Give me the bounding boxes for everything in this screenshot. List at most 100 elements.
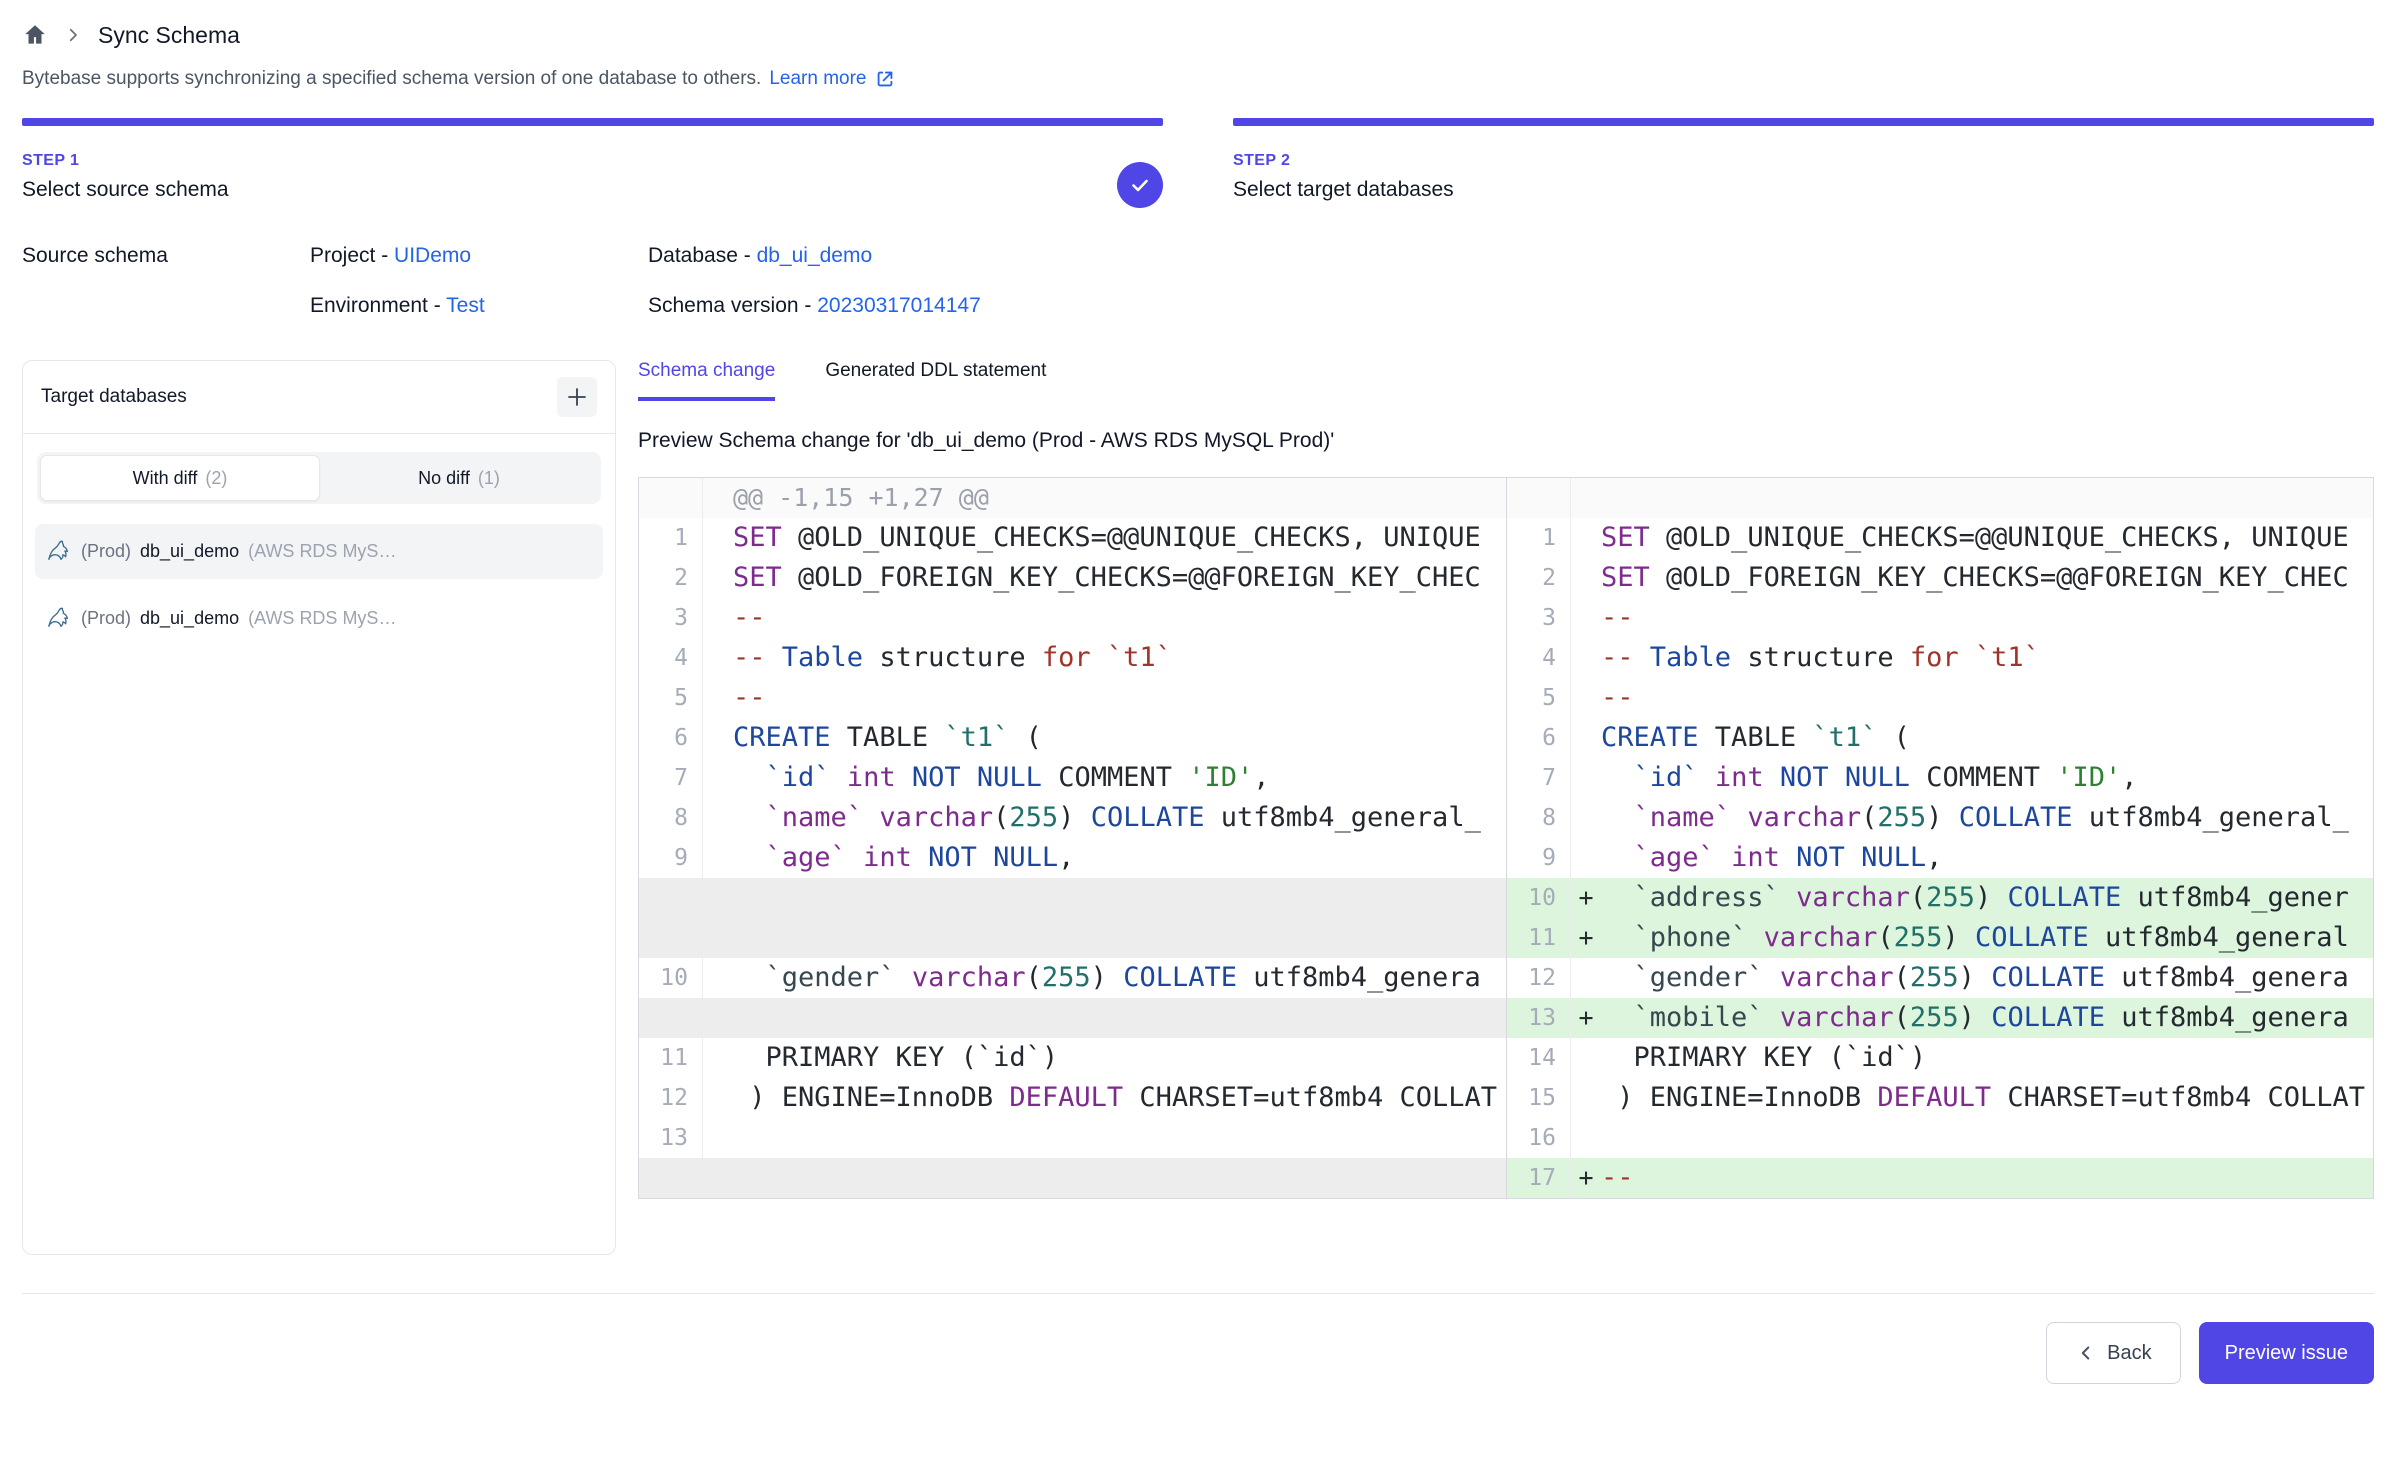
target-databases-header: Target databases xyxy=(23,361,615,434)
db-name: db_ui_demo xyxy=(140,541,239,562)
tab-with-diff[interactable]: With diff (2) xyxy=(40,455,320,501)
diff-sign xyxy=(1571,678,1601,718)
back-button[interactable]: Back xyxy=(2046,1322,2180,1384)
code-line: @@ -1,15 +1,27 @@ xyxy=(733,478,1506,518)
preview-issue-button[interactable]: Preview issue xyxy=(2199,1322,2374,1384)
tab-schema-change[interactable]: Schema change xyxy=(638,360,775,401)
tab-no-diff[interactable]: No diff (1) xyxy=(320,455,598,501)
back-button-label: Back xyxy=(2107,1342,2151,1365)
mysql-icon xyxy=(45,538,72,565)
diff-spacer-row xyxy=(639,1158,1506,1198)
database-label: Database - xyxy=(648,244,757,267)
diff-sign xyxy=(1571,758,1601,798)
code-line: SET @OLD_FOREIGN_KEY_CHECKS=@@FOREIGN_KE… xyxy=(1601,558,2373,598)
diff-code-row: 3-- xyxy=(1507,598,2373,638)
preview-panel: Schema change Generated DDL statement Pr… xyxy=(638,360,2374,1255)
code-line: -- xyxy=(733,598,1506,638)
learn-more-link[interactable]: Learn more xyxy=(769,68,895,90)
line-number: 8 xyxy=(639,798,703,838)
line-number: 7 xyxy=(1507,758,1571,798)
step-2: STEP 2 Select target databases xyxy=(1233,118,2374,202)
step-1-complete-badge xyxy=(1117,162,1163,208)
line-number: 13 xyxy=(639,1118,703,1158)
step-1-label: STEP 1 xyxy=(22,152,1163,170)
database-list-item[interactable]: (Prod) db_ui_demo (AWS RDS MyS… xyxy=(35,591,603,646)
database-link[interactable]: db_ui_demo xyxy=(757,244,873,267)
diff-sign xyxy=(703,1078,733,1118)
diff-sign xyxy=(1571,718,1601,758)
diff-code-row: 3-- xyxy=(639,598,1506,638)
project-field: Project - UIDemo xyxy=(310,244,648,268)
code-line xyxy=(733,1118,1506,1158)
code-line: CREATE TABLE `t1` ( xyxy=(1601,718,2373,758)
step-1-progress-bar xyxy=(22,118,1163,126)
diff-code-row: 8 `name` varchar(255) COLLATE utf8mb4_ge… xyxy=(1507,798,2373,838)
tab-generated-ddl[interactable]: Generated DDL statement xyxy=(825,360,1046,401)
line-number: 1 xyxy=(639,518,703,558)
chevron-right-icon xyxy=(64,26,82,44)
line-number: 4 xyxy=(639,638,703,678)
line-number xyxy=(1507,478,1571,518)
preview-title: Preview Schema change for 'db_ui_demo (P… xyxy=(638,429,2374,453)
line-number: 5 xyxy=(1507,678,1571,718)
line-number: 11 xyxy=(1507,918,1571,958)
code-line: `address` varchar(255) COLLATE utf8mb4_g… xyxy=(1601,878,2373,918)
database-list-item[interactable]: (Prod) db_ui_demo (AWS RDS MyS… xyxy=(35,524,603,579)
target-database-list: (Prod) db_ui_demo (AWS RDS MyS… (Prod) d… xyxy=(23,510,615,660)
db-environment: (Prod) xyxy=(81,608,131,629)
step-2-title: Select target databases xyxy=(1233,178,2374,202)
target-databases-panel: Target databases With diff (2) No diff (… xyxy=(22,360,616,1255)
project-link[interactable]: UIDemo xyxy=(394,244,471,267)
code-line: SET @OLD_UNIQUE_CHECKS=@@UNIQUE_CHECKS, … xyxy=(1601,518,2373,558)
diff-sign xyxy=(703,958,733,998)
schema-version-link[interactable]: 20230317014147 xyxy=(817,294,981,317)
diff-pane-source[interactable]: @@ -1,15 +1,27 @@ 1 SET @OLD_UNIQUE_CHECKS… xyxy=(639,478,1506,1198)
db-instance-info: (AWS RDS MyS… xyxy=(248,608,396,629)
diff-code-row: 11 PRIMARY KEY (`id`) xyxy=(639,1038,1506,1078)
diff-pane-target[interactable]: 1 SET @OLD_UNIQUE_CHECKS=@@UNIQUE_CHECKS,… xyxy=(1506,478,2373,1198)
diff-sign xyxy=(1571,598,1601,638)
diff-spacer-row xyxy=(639,918,1506,958)
sync-schema-page: Sync Schema Bytebase supports synchroniz… xyxy=(0,0,2396,1480)
diff-sign xyxy=(1571,838,1601,878)
diff-sign: + xyxy=(1571,998,1601,1038)
code-line: PRIMARY KEY (`id`) xyxy=(1601,1038,2373,1078)
line-number xyxy=(639,998,703,1038)
diff-sign xyxy=(703,1038,733,1078)
footer-actions: Back Preview issue xyxy=(22,1294,2374,1416)
code-line xyxy=(733,878,1506,918)
diff-sign xyxy=(1571,1078,1601,1118)
diff-filter-tabs: With diff (2) No diff (1) xyxy=(37,452,601,504)
diff-sign xyxy=(703,598,733,638)
line-number: 8 xyxy=(1507,798,1571,838)
environment-link[interactable]: Test xyxy=(446,294,485,317)
main-content: Target databases With diff (2) No diff (… xyxy=(22,360,2374,1255)
line-number: 6 xyxy=(1507,718,1571,758)
step-1-title: Select source schema xyxy=(22,178,1163,202)
line-number: 1 xyxy=(1507,518,1571,558)
code-line: -- xyxy=(1601,1158,2373,1198)
add-target-database-button[interactable] xyxy=(557,377,597,417)
line-number: 16 xyxy=(1507,1118,1571,1158)
line-number: 14 xyxy=(1507,1038,1571,1078)
code-line xyxy=(1601,1118,2373,1158)
home-icon[interactable] xyxy=(22,22,48,48)
diff-code-row: 4-- Table structure for `t1` xyxy=(639,638,1506,678)
line-number: 10 xyxy=(639,958,703,998)
tab-no-diff-label: No diff xyxy=(418,468,470,489)
code-line: -- xyxy=(733,678,1506,718)
code-line: SET @OLD_UNIQUE_CHECKS=@@UNIQUE_CHECKS, … xyxy=(733,518,1506,558)
diff-code-row: 6CREATE TABLE `t1` ( xyxy=(639,718,1506,758)
page-description: Bytebase supports synchronizing a specif… xyxy=(22,68,2374,90)
diff-sign xyxy=(703,678,733,718)
code-line: `age` int NOT NULL, xyxy=(1601,838,2373,878)
diff-code-row: 1 SET @OLD_UNIQUE_CHECKS=@@UNIQUE_CHECKS,… xyxy=(639,518,1506,558)
diff-code-row: 5-- xyxy=(1507,678,2373,718)
code-line: -- Table structure for `t1` xyxy=(1601,638,2373,678)
diff-code-row: 5-- xyxy=(639,678,1506,718)
code-line: ) ENGINE=InnoDB DEFAULT CHARSET=utf8mb4 … xyxy=(1601,1078,2373,1118)
code-line: -- xyxy=(1601,598,2373,638)
target-databases-title: Target databases xyxy=(41,386,187,408)
diff-code-row: 12 ) ENGINE=InnoDB DEFAULT CHARSET=utf8m… xyxy=(639,1078,1506,1118)
diff-code-row: 7 `id` int NOT NULL COMMENT 'ID', xyxy=(1507,758,2373,798)
